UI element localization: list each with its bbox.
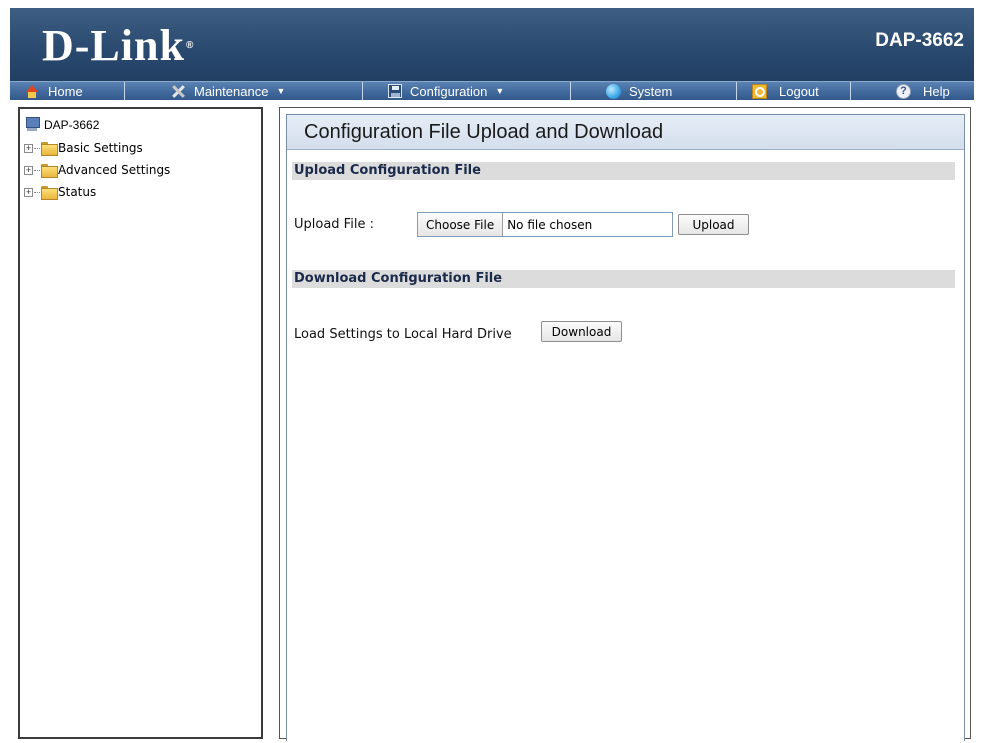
menu-home-label: Home: [48, 83, 83, 99]
content-frame: Configuration File Upload and Download U…: [286, 114, 965, 741]
menu-maintenance-label: Maintenance: [194, 83, 269, 99]
download-button[interactable]: Download: [541, 321, 622, 342]
tree-item-label: Advanced Settings: [58, 163, 171, 177]
tree-item-label: Basic Settings: [58, 141, 143, 155]
logo-text: D-Link: [42, 21, 185, 70]
help-icon: ?: [896, 83, 911, 99]
tree-item-label: Status: [58, 185, 97, 199]
download-section-header: Download Configuration File: [292, 270, 955, 288]
expand-plus-icon[interactable]: +: [24, 143, 33, 153]
menu-configuration[interactable]: Configuration ▼: [388, 82, 504, 100]
menu-logout[interactable]: Logout: [752, 82, 819, 100]
header-banner: D-Link® DAP-3662: [10, 8, 974, 81]
menu-help-label: Help: [923, 83, 950, 99]
chevron-down-icon: ▼: [276, 86, 286, 96]
menu-system-label: System: [629, 83, 673, 99]
tree-connector: [34, 169, 40, 171]
menu-divider: [124, 82, 125, 100]
home-icon: [24, 84, 40, 99]
key-icon: [752, 83, 767, 99]
upload-button[interactable]: Upload: [678, 214, 749, 235]
expand-plus-icon[interactable]: +: [24, 187, 33, 197]
choose-file-button[interactable]: Choose File: [418, 213, 504, 236]
tree-connector: [34, 147, 40, 149]
chevron-down-icon: ▼: [495, 86, 505, 96]
upload-section-header: Upload Configuration File: [292, 162, 955, 180]
model-name: DAP-3662: [875, 30, 964, 51]
menu-system[interactable]: System: [606, 82, 672, 100]
dlink-logo: D-Link®: [42, 24, 194, 68]
file-chosen-text: No file chosen: [507, 217, 593, 232]
tree-item-basic-settings[interactable]: + Basic Settings: [24, 140, 143, 156]
menu-help[interactable]: ? Help: [896, 82, 950, 100]
content-panel: Configuration File Upload and Download U…: [279, 107, 971, 741]
menu-divider: [570, 82, 571, 100]
computer-icon: [24, 117, 40, 132]
menu-home[interactable]: Home: [24, 82, 83, 100]
folder-icon: [41, 164, 58, 178]
page-title: Configuration File Upload and Download: [287, 115, 964, 150]
menu-divider: [362, 82, 363, 100]
tools-icon: [170, 84, 186, 99]
expand-plus-icon[interactable]: +: [24, 165, 33, 175]
tree-item-advanced-settings[interactable]: + Advanced Settings: [24, 162, 170, 178]
floppy-disk-icon: [388, 84, 402, 98]
menu-configuration-label: Configuration: [410, 83, 488, 99]
folder-icon: [41, 142, 58, 156]
menu-divider: [736, 82, 737, 100]
menu-divider: [850, 82, 851, 100]
tree-root-device[interactable]: DAP-3662: [24, 117, 99, 132]
menu-maintenance[interactable]: Maintenance ▼: [170, 82, 285, 100]
tree-item-status[interactable]: + Status: [24, 184, 96, 200]
download-settings-label: Load Settings to Local Hard Drive: [294, 327, 512, 342]
main-menu-bar: Home Maintenance ▼ Configuration ▼ Syste…: [10, 81, 974, 100]
upload-file-label: Upload File :: [294, 217, 374, 232]
globe-icon: [606, 83, 621, 99]
file-input[interactable]: Choose File No file chosen: [417, 212, 673, 237]
menu-logout-label: Logout: [779, 83, 819, 99]
navigation-tree: DAP-3662 + Basic Settings + Advanced Set…: [18, 107, 263, 739]
tree-root-label: DAP-3662: [44, 117, 100, 132]
logo-registered-mark: ®: [185, 40, 195, 51]
folder-icon: [41, 186, 58, 200]
tree-connector: [34, 191, 40, 193]
